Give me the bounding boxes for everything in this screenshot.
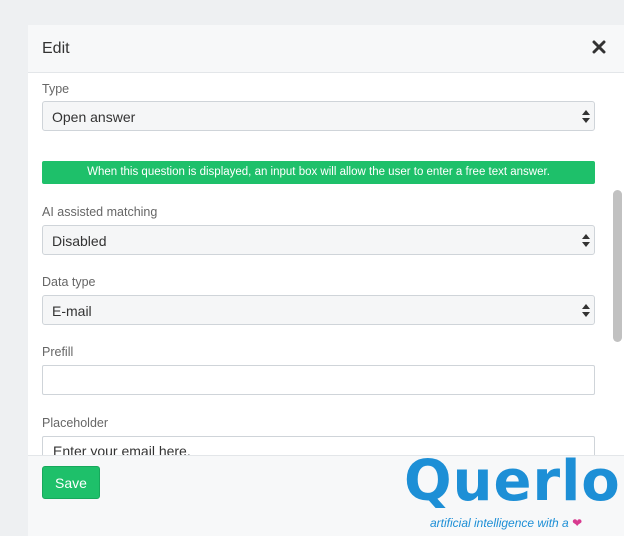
select-arrows-icon	[582, 304, 590, 317]
tagline-text: artificial intelligence with a	[430, 516, 569, 530]
data-type-select-value: E-mail	[52, 303, 92, 319]
close-icon[interactable]	[592, 40, 606, 54]
select-arrows-icon	[582, 234, 590, 247]
logo-wordmark: Querlo	[404, 449, 621, 514]
modal-header: Edit	[28, 25, 624, 73]
modal-body: Type Open answer When this question is d…	[28, 73, 624, 455]
type-label: Type	[42, 82, 70, 96]
heart-icon: ❤	[572, 516, 583, 530]
type-help-banner: When this question is displayed, an inpu…	[42, 161, 595, 184]
select-arrows-icon	[582, 110, 590, 123]
ai-matching-select[interactable]: Disabled	[42, 225, 595, 255]
type-select-value: Open answer	[52, 109, 136, 125]
type-select[interactable]: Open answer	[42, 101, 595, 131]
prefill-input[interactable]	[42, 365, 595, 395]
data-type-select[interactable]: E-mail	[42, 295, 595, 325]
placeholder-label: Placeholder	[42, 416, 109, 430]
querlo-logo: Querlo artificial intelligence with a ❤	[404, 450, 620, 536]
ai-matching-select-value: Disabled	[52, 233, 107, 249]
ai-matching-label: AI assisted matching	[42, 205, 158, 219]
scrollbar-thumb[interactable]	[613, 190, 622, 342]
modal-title: Edit	[42, 40, 70, 57]
save-button[interactable]: Save	[42, 466, 100, 499]
prefill-label: Prefill	[42, 345, 74, 359]
logo-tagline: artificial intelligence with a ❤	[430, 516, 582, 530]
data-type-label: Data type	[42, 275, 96, 289]
